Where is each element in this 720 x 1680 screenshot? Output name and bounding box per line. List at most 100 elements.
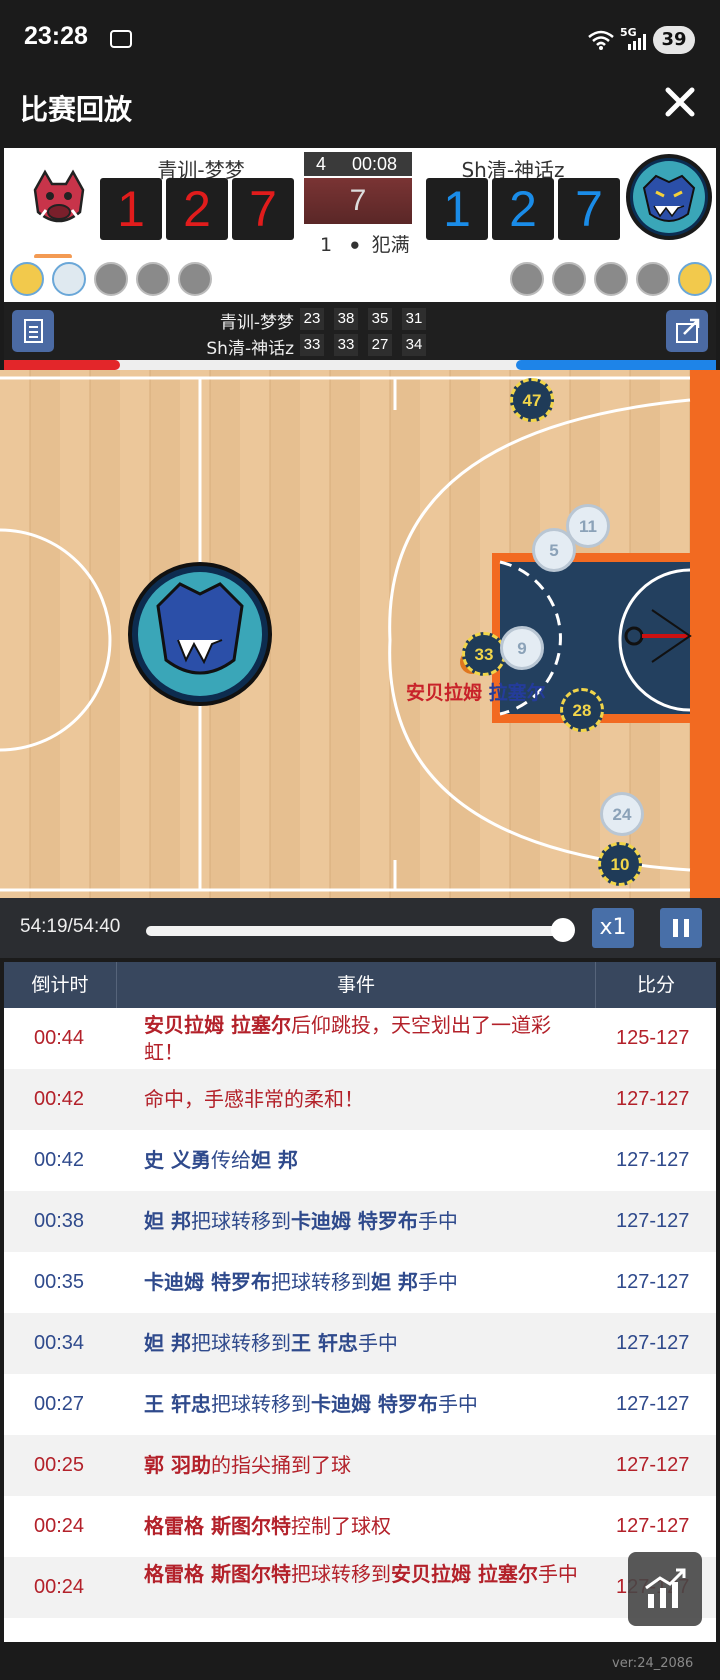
progress-fill (146, 926, 564, 936)
event-phrase: 控制了球权 (290, 1514, 391, 1538)
player-name: 安贝拉姆 拉塞尔 (144, 1013, 291, 1037)
event-phrase: 把球转移到 (190, 1209, 291, 1233)
close-button[interactable] (662, 84, 698, 120)
event-score: 127-127 (616, 1332, 690, 1354)
playback-time: 54:19/54:40 (20, 916, 121, 937)
document-icon (24, 319, 43, 343)
column-score: 比分 (636, 974, 675, 996)
foul-label: 犯满 (371, 234, 410, 256)
player-name: 史 义勇 (144, 1148, 211, 1172)
event-phrase: 把球转移到 (210, 1392, 311, 1416)
away-score-digit: 1 (426, 178, 488, 240)
close-icon (665, 87, 695, 117)
lock-icon[interactable] (594, 262, 628, 296)
speed-button[interactable]: x1 (592, 908, 634, 948)
column-event: 事件 (116, 962, 596, 1008)
away-score-digit: 7 (558, 178, 620, 240)
event-phrase: 手中 (417, 1209, 458, 1233)
player-name: 格雷格 斯图尔特 (144, 1514, 291, 1538)
event-score: 127-127 (616, 1515, 690, 1537)
event-row[interactable]: 00:27 王 轩忠把球转移到卡迪姆 特罗布手中 127-127 (4, 1374, 716, 1435)
battery-indicator: 39 (653, 26, 695, 54)
lock-icon[interactable] (178, 262, 212, 296)
pause-button[interactable] (660, 908, 702, 948)
quarter-score: 31 (402, 308, 426, 330)
player-marker[interactable]: 47 (510, 378, 554, 422)
event-row[interactable]: 00:42 史 义勇传给妲 邦 127-127 (4, 1130, 716, 1191)
player-marker[interactable]: 9 (500, 626, 544, 670)
stats-button[interactable] (12, 310, 54, 352)
away-score-digit: 2 (492, 178, 554, 240)
badge-icon[interactable] (10, 262, 44, 296)
event-row[interactable]: 00:24 格雷格 斯图尔特控制了球权 127-127 (4, 1496, 716, 1557)
share-icon (676, 318, 700, 343)
event-text: 安贝拉姆 拉塞尔后仰跳投，天空划出了一道彩虹！ (144, 1012, 584, 1066)
pause-icon (684, 919, 689, 937)
event-row[interactable]: 00:42 命中，手感非常的柔和！ 127-127 (4, 1069, 716, 1130)
progress-knob[interactable] (551, 918, 576, 942)
player-name: 格雷格 斯图尔特 (144, 1562, 291, 1586)
event-text: 格雷格 斯图尔特控制了球权 (144, 1513, 584, 1540)
lock-icon[interactable] (636, 262, 670, 296)
lock-icon[interactable] (94, 262, 128, 296)
lock-icon[interactable] (510, 262, 544, 296)
badge-icon[interactable] (52, 262, 86, 296)
title-bar: 比赛回放 (0, 62, 720, 148)
event-phrase: 把球转移到 (270, 1270, 371, 1294)
event-time: 00:34 (34, 1332, 85, 1354)
stats-float-button[interactable] (628, 1552, 702, 1626)
event-phrase: 手中 (417, 1270, 458, 1294)
event-text: 妲 邦把球转移到卡迪姆 特罗布手中 (144, 1208, 584, 1235)
beast-icon (633, 161, 705, 233)
event-phrase: 把球转移到 (290, 1562, 391, 1586)
ball-handler-last: 拉塞尔 (488, 682, 546, 704)
home-team-logo (20, 160, 98, 259)
screenshot-icon (110, 30, 132, 48)
player-marker[interactable]: 10 (598, 842, 642, 886)
event-phrase: 传给 (210, 1148, 251, 1172)
quarter-score: 35 (368, 308, 392, 330)
event-time: 00:44 (34, 1027, 85, 1049)
quarter-score: 27 (368, 334, 392, 356)
player-name: 卡迪姆 特罗布 (144, 1270, 271, 1294)
pause-icon (673, 919, 678, 937)
event-time: 00:35 (34, 1271, 85, 1293)
column-countdown: 倒计时 (31, 974, 89, 996)
badge-icon[interactable] (678, 262, 712, 296)
event-text: 郭 羽助的指尖捅到了球 (144, 1452, 584, 1479)
home-score-digit: 2 (166, 178, 228, 240)
event-time: 00:25 (34, 1454, 85, 1476)
wifi-icon (588, 30, 614, 55)
player-name: 妲 邦 (250, 1148, 298, 1172)
lock-icon[interactable] (552, 262, 586, 296)
event-score: 127-127 (616, 1271, 690, 1293)
app-root: 23:28 5G 39 比赛回放 青训-梦梦 1 2 7 4 00:08 7 1… (0, 0, 720, 1680)
court-view: 47 11 5 33 9 28 24 10 安贝拉姆 拉塞尔 (0, 370, 720, 898)
home-score-digit: 1 (100, 178, 162, 240)
lock-icon[interactable] (136, 262, 170, 296)
event-time: 00:38 (34, 1210, 85, 1232)
event-time: 00:42 (34, 1149, 85, 1171)
team-name: Sh清-神话z (206, 339, 294, 359)
progress-slider[interactable] (146, 926, 572, 936)
event-row[interactable]: 00:34 妲 邦把球转移到王 轩忠手中 127-127 (4, 1313, 716, 1374)
event-row[interactable]: 00:24格雷格 斯图尔特把球转移到安贝拉姆 拉塞尔手中127-127 (4, 1557, 716, 1618)
event-phrase: 命中，手感非常的柔和！ (144, 1087, 364, 1111)
player-marker[interactable]: 28 (560, 688, 604, 732)
event-row[interactable]: 00:25 郭 羽助的指尖捅到了球 127-127 (4, 1435, 716, 1496)
event-row[interactable]: 00:38 妲 邦把球转移到卡迪姆 特罗布手中 127-127 (4, 1191, 716, 1252)
event-text: 命中，手感非常的柔和！ (144, 1086, 584, 1113)
player-marker[interactable]: 24 (600, 792, 644, 836)
player-marker[interactable]: 5 (532, 528, 576, 572)
away-momentum (516, 360, 716, 370)
foul-info: 1 ⚫ 犯满 (320, 230, 410, 257)
player-name: 王 轩忠 (290, 1331, 358, 1355)
quarter-score: 23 (300, 308, 324, 330)
event-row[interactable]: 00:35 卡迪姆 特罗布把球转移到妲 邦手中 127-127 (4, 1252, 716, 1313)
whistle-icon: ⚫ (348, 236, 362, 255)
share-button[interactable] (666, 310, 708, 352)
event-score: 127-127 (616, 1088, 690, 1110)
event-row[interactable]: 00:44 安贝拉姆 拉塞尔后仰跳投，天空划出了一道彩虹！ 125-127 (4, 1008, 716, 1069)
player-marker[interactable]: 33 (462, 632, 506, 676)
event-time: 00:24 (34, 1576, 85, 1598)
